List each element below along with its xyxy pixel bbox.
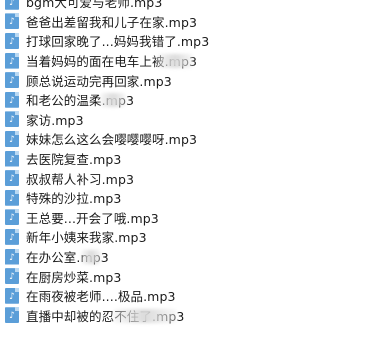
file-name: bgm大可爱与老师.mp3 (26, 0, 163, 11)
file-row[interactable]: ♪ 妹妹怎么这么会嘤嘤嘤呀.mp3 (0, 129, 365, 149)
file-row[interactable]: ♪ bgm大可爱与老师.mp3 (0, 0, 365, 12)
file-name: 打球回家晚了...妈妈我错了.mp3 (26, 34, 210, 50)
audio-file-icon: ♪ (5, 32, 19, 49)
file-name: 家访.mp3 (26, 112, 84, 128)
file-name: 去医院复查.mp3 (26, 152, 122, 168)
audio-file-icon: ♪ (5, 248, 19, 265)
file-name: 特殊的沙拉.mp3 (26, 191, 122, 207)
audio-file-icon: ♪ (5, 287, 19, 304)
audio-file-icon: ♪ (5, 111, 19, 128)
file-row[interactable]: ♪ 和老公的温柔.mp3 (0, 90, 365, 110)
audio-file-icon: ♪ (5, 268, 19, 285)
audio-file-icon: ♪ (5, 189, 19, 206)
audio-file-icon: ♪ (5, 170, 19, 187)
file-row[interactable]: ♪ 王总要...开会了哦.mp3 (0, 208, 365, 228)
file-row[interactable]: ♪ 顾总说运动完再回家.mp3 (0, 70, 365, 90)
file-name: 爸爸出差留我和儿子在家.mp3 (26, 14, 198, 30)
file-name: 叔叔帮人补习.mp3 (26, 171, 135, 187)
file-row[interactable]: ♪ 特殊的沙拉.mp3 (0, 188, 365, 208)
audio-file-icon: ♪ (5, 130, 19, 147)
audio-file-icon: ♪ (5, 0, 19, 10)
blurred-text-region (113, 308, 177, 323)
file-row[interactable]: ♪ 直播中却被的忍不住了.mp3 (0, 306, 365, 326)
audio-file-icon: ♪ (5, 150, 19, 167)
file-row[interactable]: ♪ 爸爸出差留我和儿子在家.mp3 (0, 12, 365, 32)
file-row[interactable]: ♪ 当着妈妈的面在电车上被.mp3 (0, 51, 365, 71)
file-row[interactable]: ♪ 家访.mp3 (0, 110, 365, 130)
file-name: 新年小姨来我家.mp3 (26, 230, 147, 246)
blurred-text-region (81, 249, 101, 264)
file-row[interactable]: ♪ 在厨房炒菜.mp3 (0, 266, 365, 286)
blurred-text-region (100, 92, 126, 107)
audio-file-icon: ♪ (5, 228, 19, 245)
file-name: 在厨房炒菜.mp3 (26, 269, 122, 285)
file-list: ♪ bgm大可爱与老师.mp3 ♪ 爸爸出差留我和儿子在家.mp3 ♪ 打球回家… (0, 0, 365, 325)
file-name: 妹妹怎么这么会嘤嘤嘤呀.mp3 (26, 132, 198, 148)
audio-file-icon: ♪ (5, 307, 19, 324)
file-row[interactable]: ♪ 在办公室.mp3 (0, 247, 365, 267)
audio-file-icon: ♪ (5, 91, 19, 108)
audio-file-icon: ♪ (5, 52, 19, 69)
audio-file-icon: ♪ (5, 13, 19, 30)
blurred-text-region (157, 53, 193, 68)
file-name: 在雨夜被老师....极品.mp3 (26, 289, 176, 305)
file-row[interactable]: ♪ 新年小姨来我家.mp3 (0, 227, 365, 247)
file-row[interactable]: ♪ 去医院复查.mp3 (0, 149, 365, 169)
audio-file-icon: ♪ (5, 209, 19, 226)
file-row[interactable]: ♪ 叔叔帮人补习.mp3 (0, 168, 365, 188)
file-name: 王总要...开会了哦.mp3 (26, 210, 159, 226)
file-row[interactable]: ♪ 在雨夜被老师....极品.mp3 (0, 286, 365, 306)
file-name: 顾总说运动完再回家.mp3 (26, 73, 172, 89)
file-row[interactable]: ♪ 打球回家晚了...妈妈我错了.mp3 (0, 31, 365, 51)
audio-file-icon: ♪ (5, 72, 19, 89)
